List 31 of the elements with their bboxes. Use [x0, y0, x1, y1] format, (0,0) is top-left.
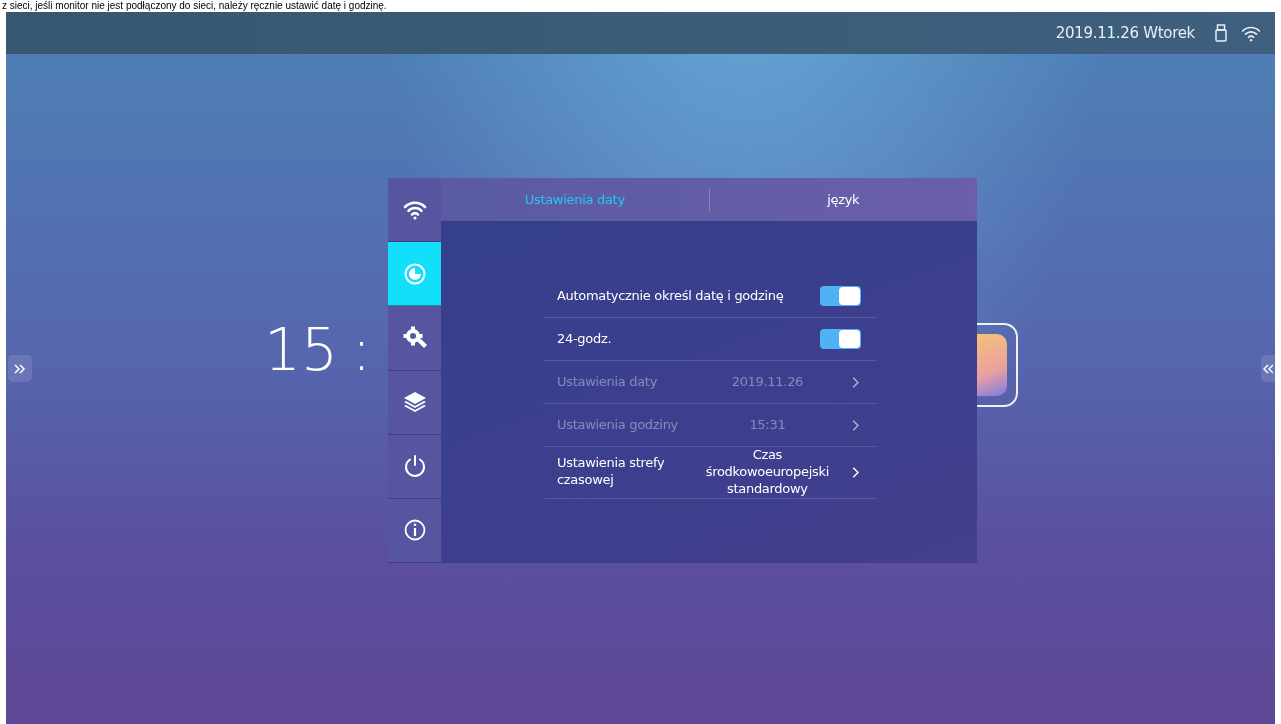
tab[interactable]: Ustawienia daty [441, 186, 709, 213]
gear-wrench-icon[interactable] [402, 325, 427, 350]
app-tile[interactable] [977, 323, 1018, 407]
setting-value: Czas środkowoeuropejski standardowy [704, 447, 830, 498]
clock-hours: 15 [264, 316, 338, 384]
double-chevron-right-icon [14, 363, 26, 374]
setting-label: Ustawienia daty [557, 373, 659, 391]
double-chevron-left-icon [1263, 363, 1273, 374]
setting-label: Ustawienia strefy czasowej [557, 455, 666, 490]
chevron-right-icon[interactable] [851, 464, 859, 480]
setting-value: 2019.11.26 [730, 373, 805, 391]
chevron-right-icon[interactable] [851, 374, 859, 390]
power-icon[interactable] [403, 455, 426, 478]
sidebar-item[interactable] [388, 242, 441, 307]
toggle-switch[interactable] [820, 286, 861, 306]
toggle-switch[interactable] [820, 329, 861, 349]
layers-icon[interactable] [402, 391, 427, 414]
info-icon[interactable] [403, 519, 426, 542]
setting-label: Ustawienia godziny [557, 416, 679, 434]
tab[interactable]: język [709, 186, 977, 213]
usb-drive-icon [1215, 24, 1227, 42]
side-handle[interactable] [8, 355, 32, 382]
wifi-icon[interactable] [402, 199, 427, 220]
setting-label: 24-godz. [557, 330, 613, 348]
chevron-right-icon[interactable] [851, 417, 859, 433]
setting-label: Automatycznie określ datę i godzinę [557, 287, 785, 305]
wifi-icon [1241, 24, 1261, 42]
status-date: 2019.11.26 Wtorek [1055, 24, 1195, 42]
side-handle[interactable] [1261, 355, 1275, 382]
clock-separator: : [351, 316, 372, 384]
setting-value: 15:31 [748, 416, 787, 434]
